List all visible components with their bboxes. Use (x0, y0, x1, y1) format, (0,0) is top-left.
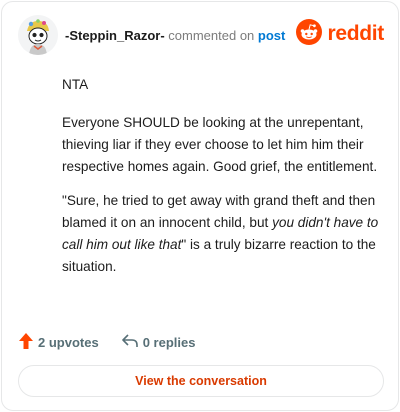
comment-card: -Steppin_Razor- commented on post reddit (1, 1, 399, 411)
avatar[interactable] (18, 15, 58, 55)
reddit-logo[interactable]: reddit (296, 18, 384, 50)
upvote-arrow-icon (18, 332, 38, 353)
view-conversation-label: View the conversation (135, 374, 267, 388)
replies-button[interactable]: 0 replies (121, 333, 196, 352)
upvote-count: 2 upvotes (38, 334, 99, 350)
commented-on-text: commented on (168, 28, 255, 43)
upvote-button[interactable]: 2 upvotes (18, 332, 99, 353)
post-link[interactable]: post (258, 28, 285, 43)
reddit-logo-icon (296, 18, 323, 50)
view-conversation-button[interactable]: View the conversation (18, 365, 384, 397)
comment-actions: 2 upvotes 0 replies (18, 332, 195, 352)
reply-count: 0 replies (142, 334, 196, 350)
reddit-logo-text: reddit (327, 22, 384, 45)
comment-meta: -Steppin_Razor- commented on post (65, 28, 285, 43)
reply-arrow-icon (121, 333, 143, 352)
comment-paragraph: "Sure, he tried to get away with grand t… (62, 190, 388, 278)
comment-paragraph: NTA (62, 77, 89, 92)
username-link[interactable]: -Steppin_Razor- (65, 28, 165, 43)
comment-body: NTA Everyone SHOULD be looking at the un… (62, 74, 388, 290)
comment-header: -Steppin_Razor- commented on post reddit (18, 15, 384, 55)
comment-paragraph: Everyone SHOULD be looking at the unrepe… (62, 115, 378, 174)
